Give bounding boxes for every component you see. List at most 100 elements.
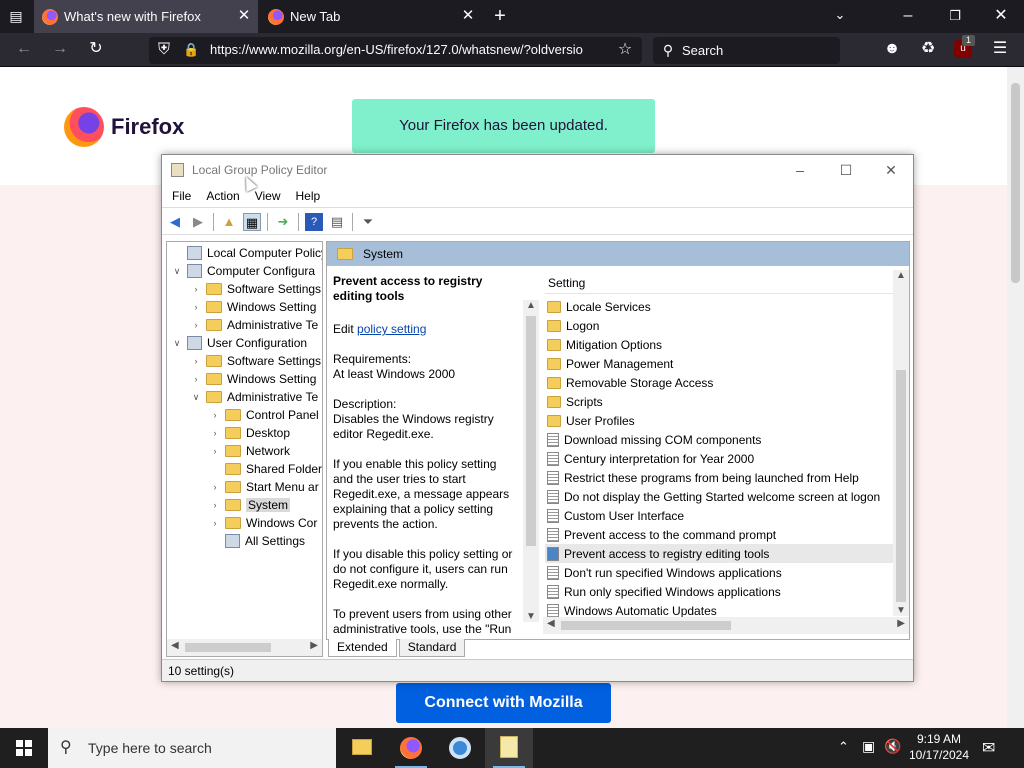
- scroll-down-icon[interactable]: ▼: [526, 611, 536, 622]
- close-window-icon[interactable]: ✕: [991, 6, 1011, 26]
- settings-list-item[interactable]: Logon: [545, 316, 893, 335]
- app-menu-icon[interactable]: ☰: [990, 39, 1010, 59]
- gpe-minimize-icon[interactable]: –: [777, 155, 823, 185]
- new-tab-icon[interactable]: +: [490, 6, 510, 26]
- tree-item[interactable]: › Desktop: [209, 424, 291, 442]
- tab-whats-new[interactable]: What's new with Firefox ✕: [34, 0, 258, 33]
- settings-list-item[interactable]: Removable Storage Access: [545, 373, 893, 392]
- tree-item[interactable]: › Windows Setting: [190, 370, 317, 388]
- scroll-right-icon[interactable]: ▶: [310, 640, 318, 651]
- settings-list-item[interactable]: Do not display the Getting Started welco…: [545, 487, 893, 506]
- page-scroll-thumb[interactable]: [1011, 83, 1020, 283]
- description-scrollbar[interactable]: ▲ ▼: [523, 300, 539, 622]
- gpe-close-icon[interactable]: ✕: [868, 155, 914, 185]
- settings-list-item[interactable]: User Profiles: [545, 411, 893, 430]
- gpe-title-bar[interactable]: Local Group Policy Editor – ☐ ✕: [162, 155, 913, 185]
- shield-icon[interactable]: ⛨: [155, 40, 173, 60]
- settings-scroll-thumb[interactable]: [896, 370, 906, 602]
- firefox-logo[interactable]: Firefox: [64, 107, 184, 147]
- collapse-chevron-icon[interactable]: ∨: [171, 338, 183, 349]
- taskbar-search-box[interactable]: ⚲ Type here to search: [48, 728, 336, 768]
- tree-item[interactable]: › Windows Setting: [190, 298, 317, 316]
- scroll-left-icon[interactable]: ◀: [171, 640, 179, 651]
- gpedit-taskbar-button[interactable]: [485, 728, 533, 768]
- volume-muted-icon[interactable]: 🔇: [884, 738, 901, 755]
- connect-with-mozilla-button[interactable]: Connect with Mozilla: [396, 683, 611, 723]
- account-icon[interactable]: ☻: [882, 39, 902, 59]
- settings-list-item[interactable]: Restrict these programs from being launc…: [545, 468, 893, 487]
- tree-item[interactable]: › Software Settings: [190, 352, 322, 370]
- back-icon[interactable]: ←: [14, 39, 34, 59]
- extensions-icon[interactable]: ♻: [918, 39, 938, 59]
- tree-item[interactable]: All Settings: [209, 532, 305, 550]
- settings-list-item[interactable]: Run only specified Windows applications: [545, 582, 893, 601]
- tree-item[interactable]: › Windows Cor: [209, 514, 318, 532]
- scroll-left-icon[interactable]: ◀: [547, 618, 555, 629]
- tree-item[interactable]: Local Computer Policy: [171, 244, 322, 262]
- scroll-up-icon[interactable]: ▲: [526, 300, 536, 311]
- scroll-right-icon[interactable]: ▶: [897, 618, 905, 629]
- tree-item[interactable]: ∨ Computer Configura: [171, 262, 315, 280]
- tab-list-chevron-icon[interactable]: ⌄: [830, 5, 850, 25]
- bookmark-star-icon[interactable]: ☆: [615, 40, 635, 60]
- properties-icon[interactable]: ▤: [328, 213, 346, 231]
- settings-hscroll-thumb[interactable]: [561, 621, 731, 630]
- expand-chevron-icon[interactable]: ›: [209, 446, 221, 456]
- restore-icon[interactable]: ❐: [945, 6, 965, 26]
- close-tab-icon[interactable]: ✕: [460, 8, 476, 24]
- settings-list-item[interactable]: Century interpretation for Year 2000: [545, 449, 893, 468]
- settings-list-item[interactable]: Mitigation Options: [545, 335, 893, 354]
- tree-item[interactable]: Shared Folder: [209, 460, 322, 478]
- expand-chevron-icon[interactable]: ›: [209, 482, 221, 492]
- forward-icon[interactable]: →: [50, 39, 70, 59]
- description-scroll-thumb[interactable]: [526, 316, 536, 546]
- url-text[interactable]: https://www.mozilla.org/en-US/firefox/12…: [210, 42, 610, 57]
- tab-extended[interactable]: Extended: [328, 639, 397, 657]
- page-scrollbar[interactable]: [1007, 67, 1024, 728]
- tree-scroll-thumb[interactable]: [185, 643, 271, 652]
- column-header-setting[interactable]: Setting: [545, 272, 893, 294]
- back-arrow-icon[interactable]: ◀: [166, 213, 184, 231]
- export-list-icon[interactable]: ➜: [274, 213, 292, 231]
- policy-tree[interactable]: Local Computer Policy ∨ Computer Configura…: [166, 241, 323, 657]
- scroll-down-icon[interactable]: ▼: [896, 605, 906, 616]
- expand-chevron-icon[interactable]: ›: [190, 374, 202, 384]
- taskbar-clock[interactable]: 9:19 AM 10/17/2024: [905, 731, 973, 763]
- settings-horizontal-scrollbar[interactable]: ◀ ▶: [543, 617, 909, 634]
- settings-list-item[interactable]: Locale Services: [545, 297, 893, 316]
- settings-vertical-scrollbar[interactable]: ▲ ▼: [893, 270, 909, 616]
- settings-list-item[interactable]: Custom User Interface: [545, 506, 893, 525]
- tree-item[interactable]: › Network: [209, 442, 291, 460]
- settings-list-item[interactable]: Prevent access to the command prompt: [545, 525, 893, 544]
- settings-list-item[interactable]: Prevent access to registry editing tools: [545, 544, 893, 563]
- expand-chevron-icon[interactable]: ›: [190, 302, 202, 312]
- settings-list-item[interactable]: Download missing COM components: [545, 430, 893, 449]
- reload-icon[interactable]: ↻: [86, 39, 106, 59]
- menu-action[interactable]: Action: [201, 185, 244, 207]
- network-icon[interactable]: ▣: [862, 738, 875, 755]
- search-bar[interactable]: ⚲ Search: [653, 37, 840, 64]
- menu-help[interactable]: Help: [291, 185, 326, 207]
- tree-item[interactable]: › Start Menu ar: [209, 478, 319, 496]
- settings-list-item[interactable]: Power Management: [545, 354, 893, 373]
- tree-item[interactable]: › Control Panel: [209, 406, 319, 424]
- forward-arrow-icon[interactable]: ▶: [189, 213, 207, 231]
- tree-item[interactable]: › Administrative Te: [190, 316, 319, 334]
- scroll-up-icon[interactable]: ▲: [896, 270, 906, 281]
- expand-chevron-icon[interactable]: ›: [209, 428, 221, 438]
- firefox-taskbar-button[interactable]: [387, 728, 435, 768]
- notifications-icon[interactable]: ✉: [982, 738, 995, 758]
- menu-view[interactable]: View: [250, 185, 286, 207]
- edit-policy-setting-link[interactable]: policy setting: [357, 322, 426, 336]
- filter-icon[interactable]: ⏷: [359, 213, 377, 231]
- chrome-taskbar-button[interactable]: [436, 728, 484, 768]
- expand-chevron-icon[interactable]: ›: [190, 356, 202, 366]
- tree-item[interactable]: › System: [209, 496, 291, 514]
- tree-item[interactable]: ∨ User Configuration: [171, 334, 307, 352]
- settings-list-item[interactable]: Scripts: [545, 392, 893, 411]
- tree-horizontal-scrollbar[interactable]: ◀ ▶: [167, 639, 322, 656]
- tree-item[interactable]: ∨ Administrative Te: [190, 388, 318, 406]
- close-tab-icon[interactable]: ✕: [236, 8, 252, 24]
- help-icon[interactable]: ?: [305, 213, 323, 231]
- tab-standard[interactable]: Standard: [398, 639, 466, 657]
